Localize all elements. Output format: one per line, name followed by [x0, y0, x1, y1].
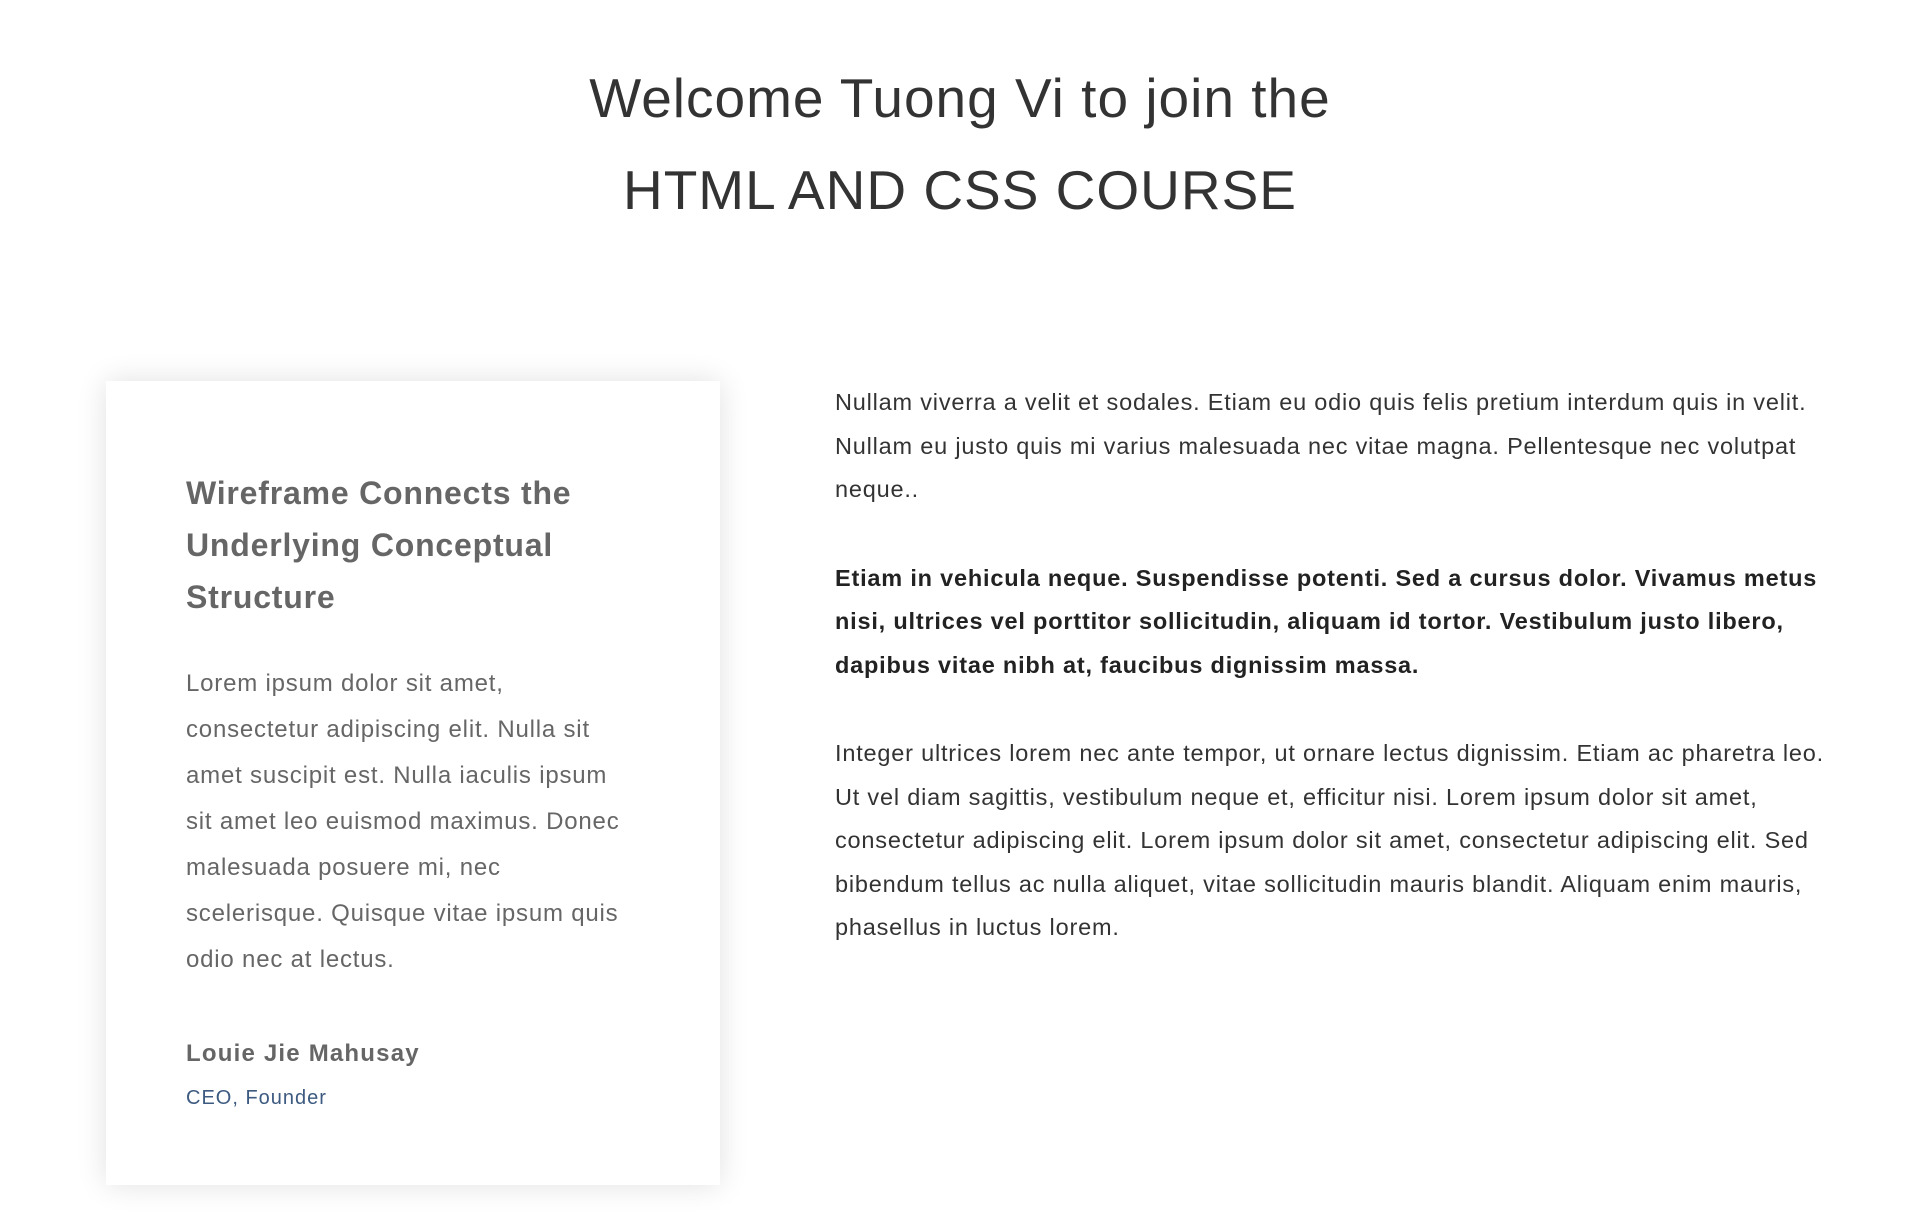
- page: Welcome Tuong Vi to join the HTML AND CS…: [0, 0, 1920, 1224]
- card-title: Wireframe Connects the Underlying Concep…: [186, 475, 572, 615]
- card-author-role: CEO, Founder: [186, 1087, 327, 1109]
- testimonial-card: Wireframe Connects the Underlying Concep…: [106, 381, 720, 1185]
- main-content: Nullam viverra a velit et sodales. Etiam…: [835, 381, 1825, 995]
- content-paragraph-3: Integer ultrices lorem nec ante tempor, …: [835, 740, 1824, 940]
- hero-line-course: HTML AND CSS COURSE: [622, 159, 1297, 221]
- content-paragraph-2-bold: Etiam in vehicula neque. Suspendisse pot…: [835, 564, 1818, 678]
- hero-line-welcome: Welcome Tuong Vi to join the: [589, 67, 1331, 129]
- card-body-text: Lorem ipsum dolor sit amet, consectetur …: [186, 670, 620, 973]
- content-paragraph-1: Nullam viverra a velit et sodales. Etiam…: [835, 389, 1807, 502]
- card-author-name: Louie Jie Mahusay: [186, 1040, 420, 1067]
- hero-heading: Welcome Tuong Vi to join the HTML AND CS…: [0, 52, 1920, 236]
